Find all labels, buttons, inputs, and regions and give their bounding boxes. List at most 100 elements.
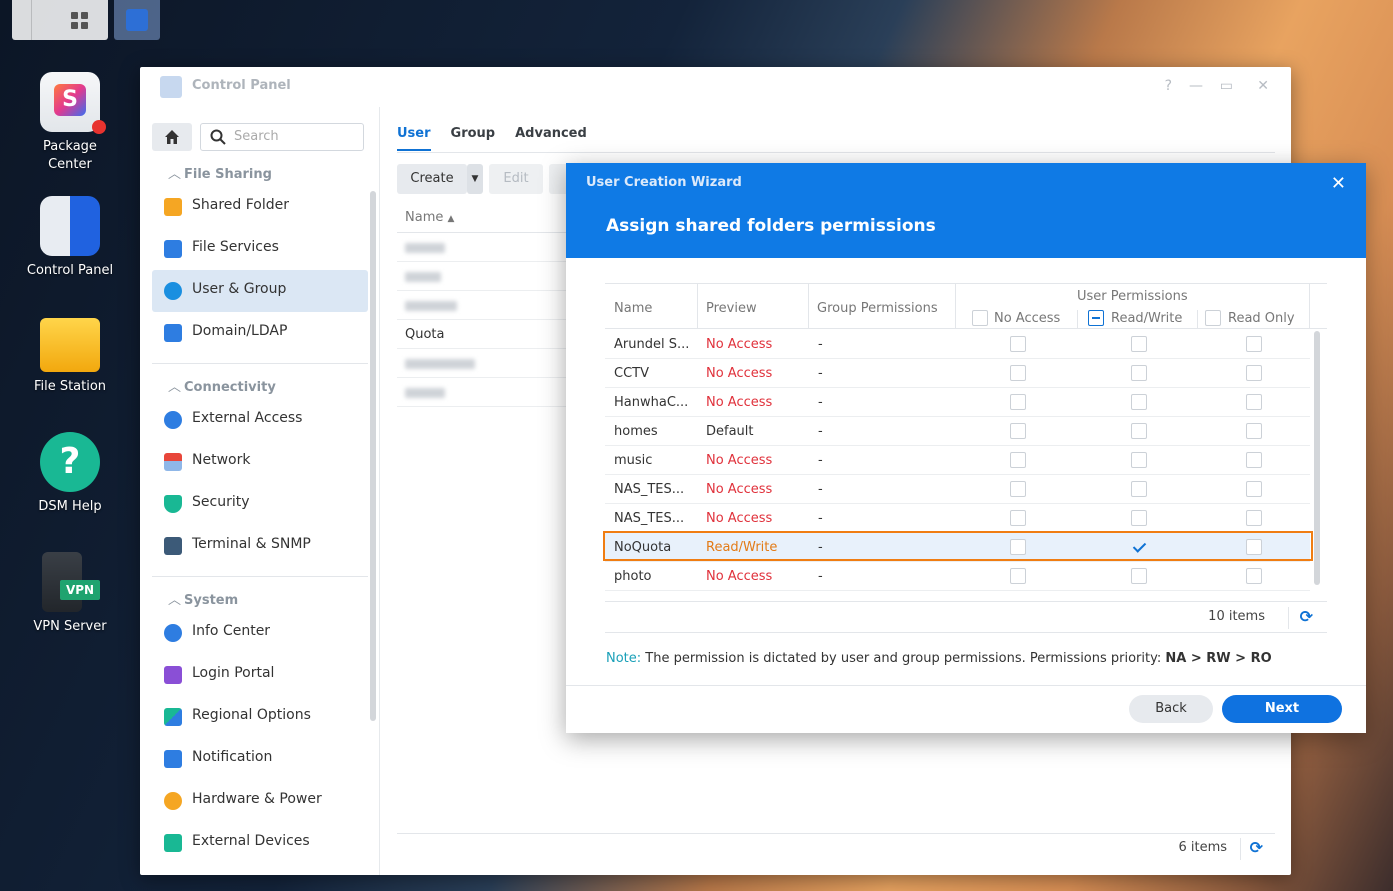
read-write-checkbox[interactable]: [1131, 336, 1147, 352]
read-only-checkbox[interactable]: [1246, 452, 1262, 468]
table-row[interactable]: [397, 349, 567, 378]
table-row[interactable]: homes Default -: [605, 417, 1310, 446]
table-row[interactable]: music No Access -: [605, 446, 1310, 475]
domain-icon: [164, 324, 182, 342]
window-titlebar[interactable]: Control Panel ? — ▭ ✕: [140, 67, 1291, 107]
desktop-icon-control-panel[interactable]: Control Panel: [20, 196, 120, 280]
help-icon[interactable]: ?: [1165, 78, 1172, 94]
sidebar-item-external-access[interactable]: External Access: [152, 399, 368, 441]
preview-value: No Access: [706, 395, 773, 410]
sidebar-item-file-services[interactable]: File Services: [152, 228, 368, 270]
refresh-icon[interactable]: ⟳: [1250, 838, 1263, 857]
no-access-checkbox[interactable]: [1010, 481, 1026, 497]
read-write-checkbox[interactable]: [1131, 510, 1147, 526]
read-only-checkbox[interactable]: [1246, 365, 1262, 381]
table-row[interactable]: HanwhaC... No Access -: [605, 388, 1310, 417]
no-access-checkbox[interactable]: [1010, 394, 1026, 410]
create-button[interactable]: Create: [397, 164, 467, 194]
column-header-preview[interactable]: Preview: [706, 301, 757, 316]
column-header-name[interactable]: Name: [614, 301, 652, 316]
sidebar-item-regional-options[interactable]: Regional Options: [152, 696, 368, 738]
read-only-checkbox[interactable]: [1246, 394, 1262, 410]
sidebar-scrollbar[interactable]: [370, 191, 376, 721]
sidebar-item-domain-ldap[interactable]: Domain/LDAP: [152, 312, 368, 354]
maximize-icon[interactable]: ▭: [1220, 78, 1233, 94]
column-header-name[interactable]: Name ▲: [397, 203, 567, 233]
taskbar-control-panel[interactable]: [114, 0, 160, 40]
read-write-checkbox[interactable]: [1131, 423, 1147, 439]
section-file-sharing[interactable]: ︿ File Sharing: [168, 163, 272, 182]
sidebar-item-login-portal[interactable]: Login Portal: [152, 654, 368, 696]
tab-group[interactable]: Group: [451, 126, 496, 149]
table-row[interactable]: Quota: [397, 320, 567, 349]
read-write-checkbox[interactable]: [1131, 452, 1147, 468]
sidebar-item-network[interactable]: Network: [152, 441, 368, 483]
minimize-icon[interactable]: —: [1189, 78, 1203, 94]
table-row[interactable]: NAS_TES... No Access -: [605, 504, 1310, 533]
read-only-all-checkbox[interactable]: [1205, 310, 1221, 326]
tab-advanced[interactable]: Advanced: [515, 126, 587, 149]
sidebar-item-hardware-power[interactable]: Hardware & Power: [152, 780, 368, 822]
home-button[interactable]: [152, 123, 192, 151]
refresh-icon[interactable]: ⟳: [1300, 607, 1313, 626]
sidebar-item-shared-folder[interactable]: Shared Folder: [152, 186, 368, 228]
sidebar-item-terminal-snmp[interactable]: Terminal & SNMP: [152, 525, 368, 567]
desktop-icon-dsm-help[interactable]: ? DSM Help: [20, 432, 120, 516]
no-access-checkbox[interactable]: [1010, 510, 1026, 526]
read-write-checkbox[interactable]: [1131, 365, 1147, 381]
column-header-group-permissions[interactable]: Group Permissions: [817, 301, 938, 316]
desktop-icon-package-center[interactable]: S Package Center: [20, 72, 120, 174]
no-access-checkbox[interactable]: [1010, 568, 1026, 584]
sidebar-item-label: Info Center: [192, 623, 271, 639]
section-system[interactable]: ︿ System: [168, 589, 238, 608]
back-button[interactable]: Back: [1129, 695, 1213, 723]
table-row[interactable]: [397, 291, 567, 320]
table-row[interactable]: [397, 233, 567, 262]
table-row[interactable]: [397, 378, 567, 407]
desktop-icon-vpn-server[interactable]: VPN VPN Server: [20, 552, 120, 636]
desktop-icon-label: VPN Server: [33, 619, 107, 634]
table-row[interactable]: NAS_TES... No Access -: [605, 475, 1310, 504]
sidebar-item-label: Terminal & SNMP: [192, 536, 311, 552]
no-access-checkbox[interactable]: [1010, 365, 1026, 381]
next-button[interactable]: Next: [1222, 695, 1342, 723]
table-row[interactable]: photo No Access -: [605, 562, 1310, 591]
read-only-checkbox[interactable]: [1246, 336, 1262, 352]
close-icon[interactable]: ✕: [1331, 173, 1346, 194]
desktop-icon-label: Package Center: [43, 139, 97, 172]
preview-value: No Access: [706, 453, 773, 468]
section-connectivity[interactable]: ︿ Connectivity: [168, 376, 276, 395]
read-write-checkbox[interactable]: [1131, 481, 1147, 497]
read-only-checkbox[interactable]: [1246, 568, 1262, 584]
no-access-checkbox[interactable]: [1010, 452, 1026, 468]
sidebar-item-external-devices[interactable]: External Devices: [152, 822, 368, 864]
read-only-checkbox[interactable]: [1246, 510, 1262, 526]
no-access-checkbox[interactable]: [1010, 336, 1026, 352]
tab-user[interactable]: User: [397, 126, 431, 151]
taskbar-main-menu[interactable]: [12, 0, 108, 40]
sidebar-item-notification[interactable]: Notification: [152, 738, 368, 780]
login-portal-icon: [164, 666, 182, 684]
read-only-checkbox[interactable]: [1246, 481, 1262, 497]
no-access-all-checkbox[interactable]: [972, 310, 988, 326]
sidebar-item-user-group[interactable]: User & Group: [152, 270, 368, 312]
no-access-checkbox[interactable]: [1010, 423, 1026, 439]
create-dropdown-button[interactable]: ▼: [467, 164, 483, 194]
table-row[interactable]: CCTV No Access -: [605, 359, 1310, 388]
table-row[interactable]: [397, 262, 567, 291]
read-write-all-checkbox[interactable]: [1088, 310, 1104, 326]
close-icon[interactable]: ✕: [1257, 78, 1269, 94]
table-row[interactable]: Arundel S... No Access -: [605, 330, 1310, 359]
read-write-checkbox[interactable]: [1131, 394, 1147, 410]
grid-footer: 10 items ⟳: [605, 601, 1327, 633]
table-row-partial[interactable]: [605, 591, 1310, 601]
read-only-checkbox[interactable]: [1246, 423, 1262, 439]
sidebar-item-info-center[interactable]: Info Center: [152, 612, 368, 654]
edit-button[interactable]: Edit: [489, 164, 543, 194]
sidebar-item-label: External Devices: [192, 833, 310, 849]
read-write-checkbox[interactable]: [1131, 568, 1147, 584]
search-input[interactable]: Search: [200, 123, 364, 151]
desktop-icon-file-station[interactable]: File Station: [20, 312, 120, 396]
sidebar-item-security[interactable]: Security: [152, 483, 368, 525]
grid-scrollbar[interactable]: [1314, 331, 1320, 585]
